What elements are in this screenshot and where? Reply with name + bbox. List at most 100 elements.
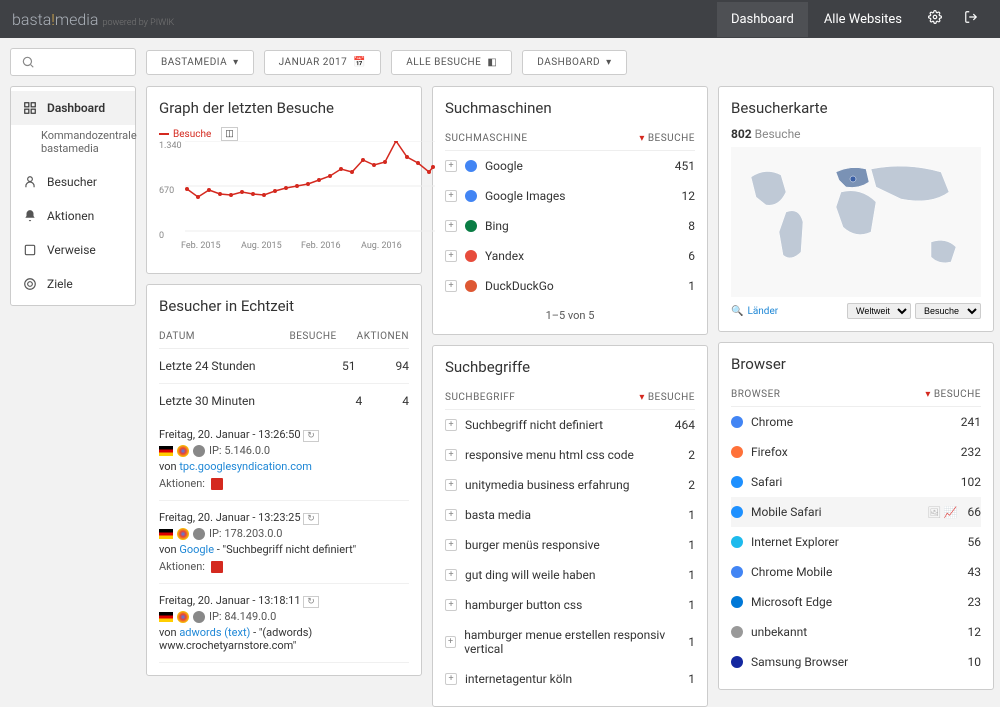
visit-entry: Freitag, 20. Januar - 13:23:25 ↻ IP: 178…	[159, 501, 409, 584]
logo: basta!media powered by PIWIK	[12, 10, 174, 29]
keyword-row[interactable]: +Suchbegriff nicht definiert464	[445, 410, 695, 440]
search-engine-row[interactable]: +Bing8	[445, 211, 695, 241]
expand-icon[interactable]: +	[445, 599, 457, 611]
browser-logo-icon	[731, 566, 743, 578]
refresh-icon[interactable]: ↻	[303, 430, 319, 442]
segment-selector[interactable]: ALLE BESUCHE◧	[391, 50, 512, 75]
expand-icon[interactable]: +	[445, 539, 457, 551]
expand-icon[interactable]: +	[445, 220, 457, 232]
expand-icon[interactable]: +	[445, 569, 457, 581]
expand-icon[interactable]: +	[445, 479, 457, 491]
visits-graph-title: Graph der letzten Besuche	[159, 99, 409, 117]
visit-entry: Freitag, 20. Januar - 13:18:11 ↻ IP: 84.…	[159, 584, 409, 663]
browser-row[interactable]: unbekannt12	[731, 617, 981, 647]
referrers-icon	[23, 243, 37, 257]
visits-graph-card: Graph der letzten Besuche Besuche ◫ 1.34…	[146, 86, 422, 274]
browser-card: Browser BROWSER ▾ BESUCHE Chrome241Firef…	[718, 342, 994, 690]
visitor-map-title: Besucherkarte	[731, 99, 981, 117]
keyword-row[interactable]: +gut ding will weile haben1	[445, 560, 695, 590]
gear-icon[interactable]	[918, 2, 952, 36]
expand-icon[interactable]: +	[445, 250, 457, 262]
expand-icon[interactable]: +	[445, 449, 457, 461]
browser-row[interactable]: Chrome241	[731, 407, 981, 437]
browser-icon	[177, 445, 189, 457]
realtime-title: Besucher in Echtzeit	[159, 297, 409, 315]
row-actions-icon[interactable]: 🖼 📈	[927, 506, 957, 519]
browser-row[interactable]: Safari102	[731, 467, 981, 497]
nav-all-websites[interactable]: Alle Websites	[810, 2, 916, 37]
expand-icon[interactable]: +	[445, 419, 457, 431]
site-selector[interactable]: BASTAMEDIA▾	[146, 50, 254, 75]
chart-picker-icon[interactable]: ◫	[221, 127, 238, 141]
expand-icon[interactable]: +	[445, 160, 457, 172]
keywords-title: Suchbegriffe	[445, 358, 695, 376]
flag-icon	[159, 612, 173, 622]
browser-row[interactable]: Firefox232	[731, 437, 981, 467]
expand-icon[interactable]: +	[445, 280, 457, 292]
browser-row[interactable]: Samsung Browser10	[731, 647, 981, 677]
browser-logo-icon	[731, 506, 743, 518]
browser-logo-icon	[731, 656, 743, 668]
keyword-row[interactable]: +hamburger menue erstellen responsiv ver…	[445, 620, 695, 664]
sidebar-item-actions[interactable]: Aktionen	[11, 199, 135, 233]
os-icon	[193, 528, 205, 540]
expand-icon[interactable]: +	[445, 509, 457, 521]
nav-dashboard[interactable]: Dashboard	[717, 2, 808, 37]
browser-row[interactable]: Internet Explorer56	[731, 527, 981, 557]
se-pagination: 1–5 von 5	[445, 301, 695, 322]
folder-icon[interactable]	[211, 478, 223, 490]
engine-icon	[465, 280, 477, 292]
realtime-row: Letzte 30 Minuten44	[159, 384, 409, 418]
referrer-link[interactable]: adwords (text)	[179, 626, 250, 639]
visit-entry: Freitag, 20. Januar - 13:26:50 ↻ IP: 5.1…	[159, 418, 409, 501]
search-input[interactable]	[10, 48, 136, 76]
browser-row[interactable]: Microsoft Edge23	[731, 587, 981, 617]
sidebar-sub[interactable]: Kommandozentrale bastamedia	[11, 125, 135, 165]
dashboard-selector[interactable]: DASHBOARD▾	[522, 50, 626, 75]
referrer-link[interactable]: tpc.googlesyndication.com	[179, 460, 312, 473]
engine-icon	[465, 190, 477, 202]
sidebar-item-dashboard[interactable]: Dashboard	[11, 91, 135, 125]
chart-legend: Besuche ◫	[159, 127, 409, 141]
refresh-icon[interactable]: ↻	[303, 596, 319, 608]
engine-icon	[465, 250, 477, 262]
search-engines-title: Suchmaschinen	[445, 99, 695, 117]
search-engine-row[interactable]: +Yandex6	[445, 241, 695, 271]
keyword-row[interactable]: +basta media1	[445, 500, 695, 530]
engine-icon	[465, 160, 477, 172]
refresh-icon[interactable]: ↻	[303, 513, 319, 525]
folder-icon[interactable]	[211, 561, 223, 573]
browser-row[interactable]: Mobile Safari🖼 📈66	[731, 497, 981, 527]
keyword-row[interactable]: +hamburger button css1	[445, 590, 695, 620]
period-selector[interactable]: JANUAR 2017📅	[264, 50, 382, 75]
browser-logo-icon	[731, 476, 743, 488]
browser-logo-icon	[731, 416, 743, 428]
expand-icon[interactable]: +	[445, 636, 456, 648]
map-region-select[interactable]: Weltweit	[847, 303, 911, 319]
map-count: 802 Besuche	[731, 127, 981, 141]
logout-icon[interactable]	[954, 2, 988, 36]
line-chart[interactable]: 1.340 670 0 Feb. 2015 Aug. 2015 Feb. 201…	[159, 141, 409, 261]
keyword-row[interactable]: +internetagentur köln1	[445, 664, 695, 694]
map-zoom-icon[interactable]: 🔍 Länder	[731, 306, 778, 317]
referrer-link[interactable]: Google	[179, 543, 214, 556]
keyword-row[interactable]: +responsive menu html css code2	[445, 440, 695, 470]
sidebar-item-referrers[interactable]: Verweise	[11, 233, 135, 267]
sidebar-item-goals[interactable]: Ziele	[11, 267, 135, 301]
world-map[interactable]	[731, 147, 981, 297]
flag-icon	[159, 446, 173, 456]
expand-icon[interactable]: +	[445, 190, 457, 202]
keyword-row[interactable]: +unitymedia business erfahrung2	[445, 470, 695, 500]
map-metric-select[interactable]: Besuche	[915, 303, 981, 319]
search-engine-row[interactable]: +Google451	[445, 151, 695, 181]
browser-logo-icon	[731, 536, 743, 548]
expand-icon[interactable]: +	[445, 673, 457, 685]
engine-icon	[465, 220, 477, 232]
search-engine-row[interactable]: +DuckDuckGo1	[445, 271, 695, 301]
dashboard-icon	[23, 101, 37, 115]
keyword-row[interactable]: +burger menüs responsive1	[445, 530, 695, 560]
sidebar-item-visitors[interactable]: Besucher	[11, 165, 135, 199]
countries-link[interactable]: Länder	[747, 306, 778, 317]
search-engine-row[interactable]: +Google Images12	[445, 181, 695, 211]
visitors-icon	[23, 175, 37, 189]
